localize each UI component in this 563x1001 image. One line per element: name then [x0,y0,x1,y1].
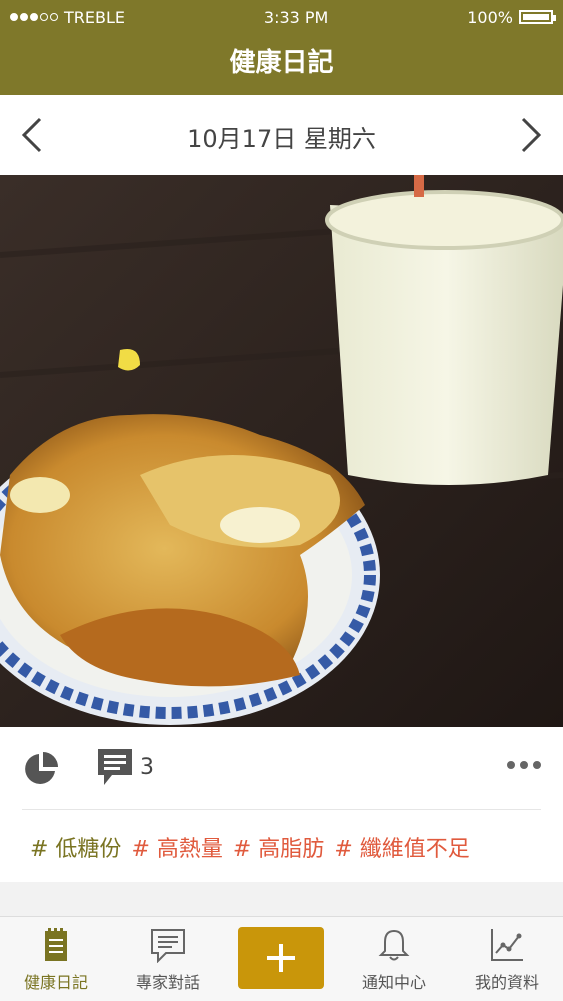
notebook-icon [45,928,67,961]
meal-photo [0,175,563,727]
tag-high-fat[interactable]: # 高脂肪 [233,831,324,863]
carrier-label: TREBLE [64,7,125,27]
status-time: 3:33 PM [263,7,329,27]
plus-icon [267,944,295,972]
post-actions: 3 # 低糖份 # 高熱量 # 高脂肪 # 纖維值不足 [0,727,563,882]
tab-expert-chat[interactable]: 專家對話 [112,917,224,1001]
divider [22,809,541,810]
tab-label: 健康日記 [23,973,88,992]
tag-low-sugar[interactable]: # 低糖份 [30,831,121,863]
tag-low-fiber[interactable]: # 纖維值不足 [334,831,469,863]
tab-my-data[interactable]: 我的資料 [451,917,563,1001]
tab-notifications[interactable]: 通知中心 [338,917,450,1001]
chart-line-icon [491,929,523,961]
pie-chart-icon[interactable] [22,750,60,788]
status-bar: TREBLE 3:33 PM 100% [10,6,556,28]
date-navigator: 10月17日 星期六 [0,95,563,175]
current-date: 10月17日 星期六 [187,125,376,153]
tab-label: 專家對話 [135,973,200,992]
tab-label: 通知中心 [361,973,426,992]
page-title: 健康日記 [229,48,334,78]
battery-icon [519,10,556,24]
add-entry-button[interactable] [238,927,324,989]
chat-icon [151,929,185,963]
more-options-icon[interactable] [507,761,541,769]
action-row: 3 [0,727,563,809]
battery-label: 100% [467,7,513,27]
battery-area: 100% [467,7,556,27]
tag-high-calorie[interactable]: # 高熱量 [131,831,222,863]
tab-bar: 健康日記 專家對話 通知中心 我的資料 [0,916,563,1001]
carrier-area: TREBLE [10,8,125,27]
tab-health-diary[interactable]: 健康日記 [0,917,112,1001]
comment-icon[interactable] [96,747,134,787]
nutrition-tags: # 低糖份 # 高熱量 # 高脂肪 # 纖維值不足 [30,831,470,863]
comment-count: 3 [140,755,154,780]
next-date-icon[interactable] [509,115,549,155]
signal-icon [10,13,58,21]
tab-label: 我的資料 [474,973,539,992]
bell-icon [378,929,410,961]
top-bar: TREBLE 3:33 PM 100% 健康日記 [0,0,563,95]
